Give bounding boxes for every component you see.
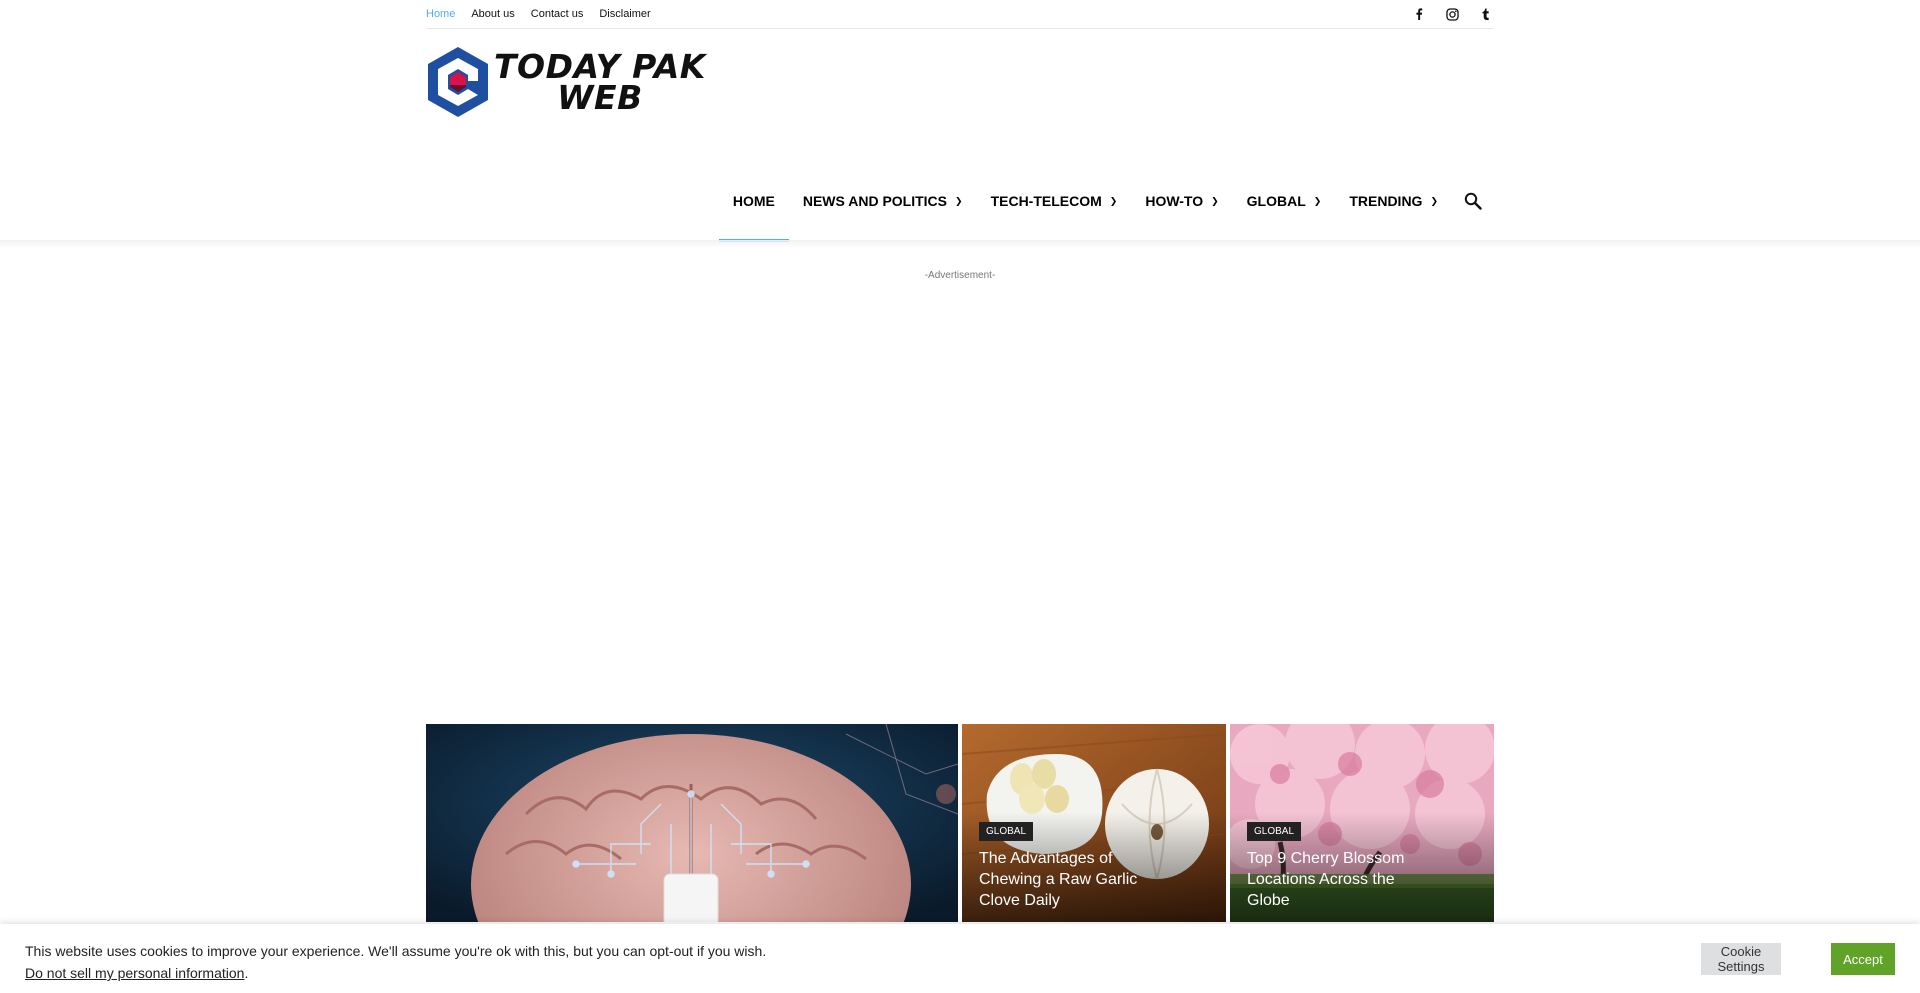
nav-label: TRENDING	[1349, 193, 1423, 209]
advertisement-label: -Advertisement-	[924, 270, 996, 281]
accept-button[interactable]: Accept	[1831, 943, 1895, 975]
nav-item-trending[interactable]: TRENDING ❯	[1335, 180, 1452, 222]
nav-item-home[interactable]: HOME	[718, 180, 789, 242]
featured-tile-cherry-blossom[interactable]: GLOBAL Top 9 Cherry Blossom Locations Ac…	[1230, 724, 1494, 922]
nav-label: TECH-TELECOM	[990, 193, 1102, 209]
cookie-link-suffix: .	[244, 965, 249, 981]
nav-label: NEWS AND POLITICS	[802, 193, 948, 209]
featured-tile-garlic[interactable]: GLOBAL The Advantages of Chewing a Raw G…	[962, 724, 1226, 922]
search-icon	[1464, 192, 1482, 210]
category-badge[interactable]: GLOBAL	[979, 822, 1034, 841]
category-badge[interactable]: GLOBAL	[1247, 822, 1302, 841]
tumblr-icon[interactable]	[1476, 5, 1494, 23]
top-menu-contact[interactable]: Contact us	[531, 8, 584, 20]
cookie-message: This website uses cookies to improve you…	[25, 940, 766, 984]
social-links	[1410, 5, 1494, 23]
cookie-settings-button[interactable]: Cookie Settings	[1701, 943, 1781, 975]
cookie-link-line: Do not sell my personal information.	[25, 962, 766, 984]
site-logo[interactable]: TODAY PAK WEB	[426, 45, 706, 119]
facebook-icon[interactable]	[1410, 5, 1428, 23]
article-title[interactable]: Top 9 Cherry Blossom Locations Across th…	[1247, 848, 1427, 911]
nav-item-tech-telecom[interactable]: TECH-TELECOM ❯	[977, 180, 1132, 222]
top-bar: Home About us Contact us Disclaimer	[426, 0, 1494, 29]
logo-mark-icon	[428, 47, 488, 117]
header-divider	[0, 240, 1920, 248]
cookie-banner: This website uses cookies to improve you…	[0, 924, 1920, 993]
nav-item-how-to[interactable]: HOW-TO ❯	[1131, 180, 1232, 222]
chevron-down-icon: ❯	[1211, 195, 1219, 206]
brain-image	[426, 724, 958, 922]
top-menu: Home About us Contact us Disclaimer	[426, 8, 651, 20]
nav-label: GLOBAL	[1246, 193, 1306, 209]
cookie-text: This website uses cookies to improve you…	[25, 943, 767, 959]
instagram-icon[interactable]	[1443, 5, 1461, 23]
chevron-down-icon: ❯	[1430, 195, 1438, 206]
search-button[interactable]	[1452, 180, 1494, 222]
logo-text: TODAY PAK WEB	[494, 50, 706, 117]
nav-item-global[interactable]: GLOBAL ❯	[1233, 180, 1336, 222]
logo-line-2: WEB	[557, 78, 643, 117]
nav-label: HOME	[732, 193, 775, 209]
chevron-down-icon: ❯	[1109, 195, 1118, 206]
chevron-down-icon: ❯	[955, 195, 963, 206]
top-menu-about[interactable]: About us	[471, 8, 514, 20]
nav-label: HOW-TO	[1145, 193, 1204, 209]
main-nav: HOME NEWS AND POLITICS ❯ TECH-TELECOM ❯ …	[718, 180, 1494, 242]
nav-item-news-and-politics[interactable]: NEWS AND POLITICS ❯	[789, 180, 977, 222]
chevron-down-icon: ❯	[1313, 195, 1322, 206]
do-not-sell-link[interactable]: Do not sell my personal information	[25, 965, 244, 981]
article-title[interactable]: The Advantages of Chewing a Raw Garlic C…	[979, 848, 1159, 911]
top-menu-home[interactable]: Home	[426, 8, 455, 20]
featured-main-tile[interactable]	[426, 724, 958, 922]
top-menu-disclaimer[interactable]: Disclaimer	[599, 8, 650, 20]
